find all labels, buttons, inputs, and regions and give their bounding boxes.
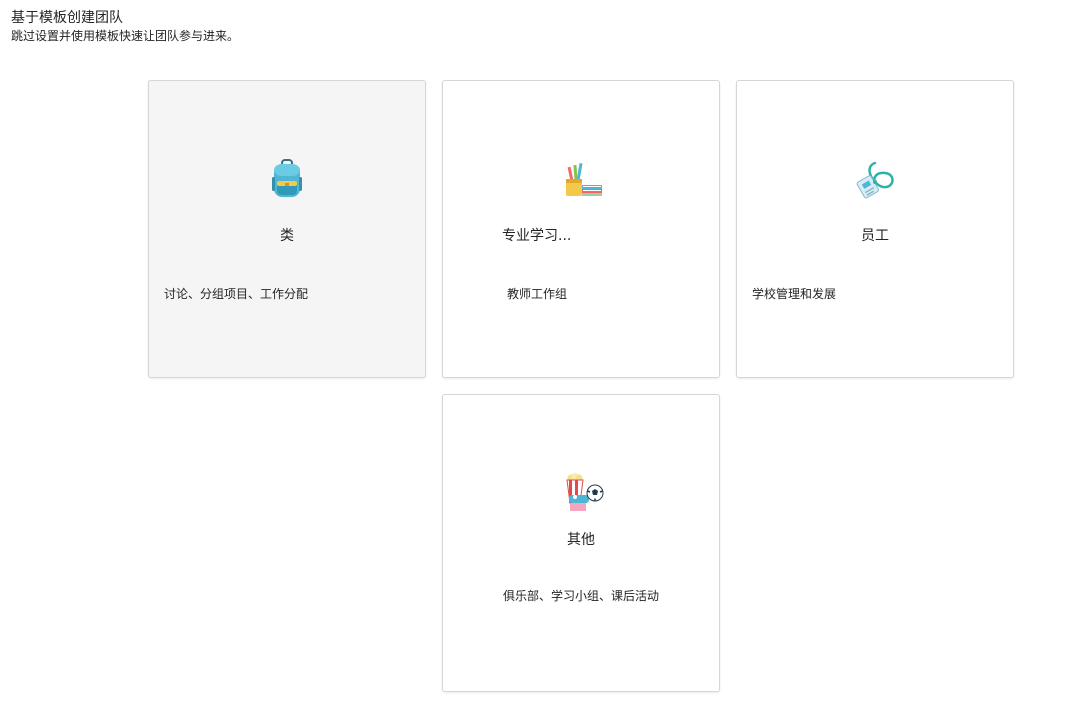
id-badge-lanyard-icon [856,161,894,199]
header: 基于模板创建团队 跳过设置并使用模板快速让团队参与进来。 [11,8,239,44]
books-pencils-icon [566,162,602,196]
card-description: 俱乐部、学习小组、课后活动 [502,589,659,603]
card-description: 讨论、分组项目、工作分配 [164,287,309,301]
backpack-icon [272,159,302,197]
page-subtitle: 跳过设置并使用模板快速让团队参与进来。 [11,29,240,43]
card-title: 类 [280,228,294,244]
card-title: 其他 [567,532,595,548]
card-title: 员工 [861,228,889,244]
card-title: 专业学习... [502,228,572,244]
card-description: 学校管理和发展 [752,287,837,301]
template-card-professional-learning[interactable]: 专业学习... 教师工作组 [442,80,720,378]
page-title: 基于模板创建团队 [11,10,123,26]
template-card-other[interactable]: 其他 俱乐部、学习小组、课后活动 [442,394,720,692]
template-card-staff[interactable]: 员工 学校管理和发展 [736,80,1014,378]
template-card-class[interactable]: 类 讨论、分组项目、工作分配 [148,80,426,378]
popcorn-soccer-icon [566,473,604,511]
card-description: 教师工作组 [507,287,568,301]
template-picker-page: 基于模板创建团队 跳过设置并使用模板快速让团队参与进来。 类 讨论、分组项目、工… [0,0,1072,708]
